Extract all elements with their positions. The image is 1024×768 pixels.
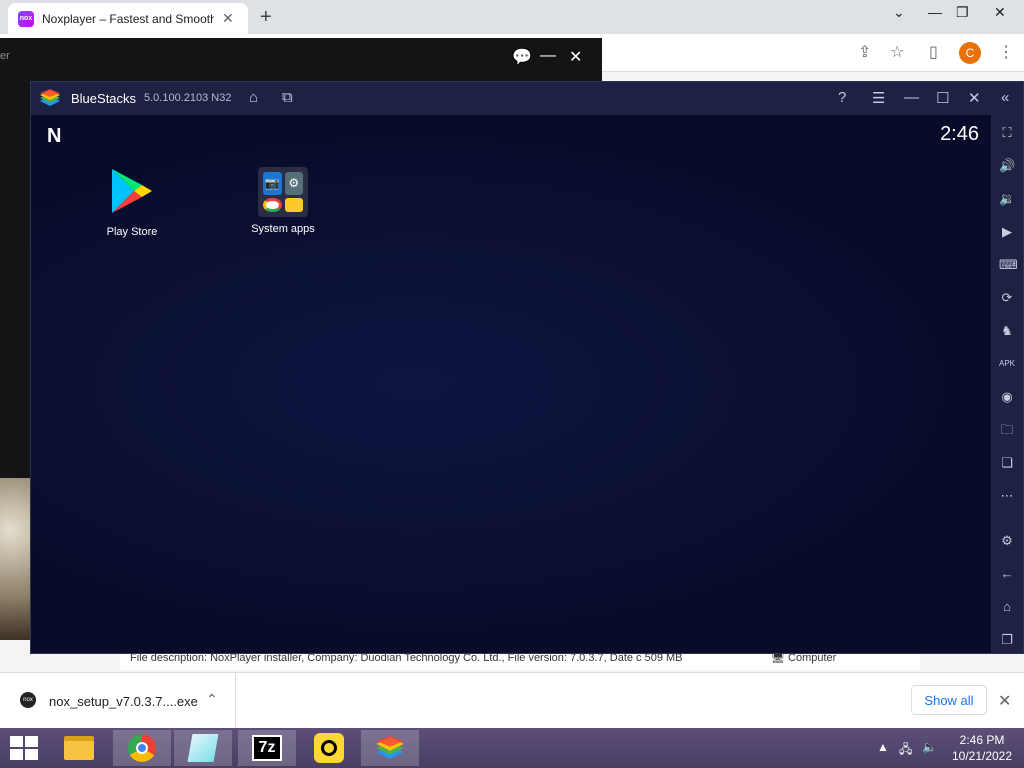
bluestacks-sidebar: ⛶ 🔊 🔉 ▶ ⌨ ⟳ ♞ APK ◉ 🗀 ❏ ⋯ ⚙ ← ⌂ ❐: [991, 115, 1023, 653]
nox-close-icon[interactable]: ✕: [569, 47, 582, 67]
menu-icon[interactable]: ☰: [872, 89, 885, 107]
macro-icon[interactable]: ⟳: [999, 290, 1015, 306]
screenshot-icon[interactable]: ◉: [999, 389, 1015, 405]
background-photo: [0, 470, 32, 640]
play-store-app[interactable]: Play Store: [82, 167, 182, 238]
download-filename: nox_setup_v7.0.3.7....exe: [49, 694, 198, 709]
android-clock: 2:46: [940, 123, 979, 145]
system-apps-icon: 📷 ⚙: [258, 167, 308, 217]
show-hidden-icons-icon[interactable]: ▲: [877, 740, 889, 754]
android-n-logo: N: [47, 125, 62, 147]
files-icon: [284, 197, 303, 212]
play-store-icon: [112, 169, 152, 213]
chrome-icon: [263, 197, 282, 212]
restore-icon[interactable]: ❐: [956, 4, 969, 21]
nox-favicon-icon: nox: [18, 10, 34, 27]
app-label: Play Store: [106, 226, 158, 238]
more-icon[interactable]: ⋯: [999, 488, 1015, 504]
bluestacks-titlebar: BlueStacks 5.0.100.2103 N32 ⌂ ⧉ ? ☰ — ☐ …: [31, 82, 1023, 115]
close-window-icon[interactable]: ✕: [994, 4, 1006, 21]
show-all-button[interactable]: Show all: [911, 685, 987, 715]
windows-start-icon[interactable]: [10, 736, 38, 760]
apk-install-icon[interactable]: APK: [999, 356, 1015, 372]
tab-title: Noxplayer – Fastest and Smooth: [42, 11, 214, 26]
bookmark-star-icon[interactable]: ☆: [890, 42, 904, 62]
nox-window-text: er: [0, 50, 10, 62]
network-icon[interactable]: 🖧: [899, 740, 912, 761]
fullscreen-icon[interactable]: ⛶: [999, 125, 1015, 141]
taskbar-clock[interactable]: 2:46 PM 10/21/2022: [950, 732, 1014, 764]
share-icon[interactable]: ⇪: [858, 42, 871, 62]
chevron-up-icon[interactable]: ⌃: [206, 691, 218, 708]
download-bar-close-icon[interactable]: ✕: [998, 691, 1011, 711]
new-tab-button[interactable]: +: [260, 6, 272, 29]
profile-avatar[interactable]: C: [959, 42, 981, 64]
game-controls-icon[interactable]: ♞: [999, 323, 1015, 339]
minimize-icon[interactable]: —: [928, 4, 942, 20]
chat-icon[interactable]: 💬: [512, 47, 532, 67]
camera-icon: 📷: [263, 172, 282, 195]
nox-file-icon: nox: [20, 692, 36, 708]
app-label: System apps: [251, 223, 315, 235]
notepad-icon[interactable]: [174, 730, 232, 766]
home-icon[interactable]: ⌂: [249, 89, 258, 106]
chevron-down-icon[interactable]: ⌄: [893, 4, 905, 21]
recent-apps-icon[interactable]: ❐: [999, 632, 1015, 648]
collapse-sidebar-icon[interactable]: «: [1001, 89, 1009, 106]
sidebar-settings-icon[interactable]: ⚙: [999, 533, 1015, 549]
help-icon[interactable]: ?: [838, 89, 846, 106]
bluestacks-title: BlueStacks: [71, 91, 137, 106]
tab-close-icon[interactable]: ✕: [222, 10, 234, 27]
back-icon[interactable]: ←: [999, 566, 1015, 582]
bs-close-icon[interactable]: ✕: [968, 89, 981, 107]
download-item[interactable]: nox nox_setup_v7.0.3.7....exe ⌃: [0, 673, 236, 729]
multi-instance-sync-icon[interactable]: ❏: [999, 455, 1015, 471]
keyboard-icon[interactable]: ⌨: [999, 257, 1018, 273]
settings-icon: ⚙: [284, 172, 303, 195]
bluestacks-version: 5.0.100.2103 N32: [144, 92, 232, 104]
bluestacks-taskbar-icon[interactable]: [361, 730, 419, 766]
speaker-icon[interactable]: 🔈: [922, 740, 937, 754]
bs-maximize-icon[interactable]: ☐: [936, 89, 949, 107]
bluestacks-window: BlueStacks 5.0.100.2103 N32 ⌂ ⧉ ? ☰ — ☐ …: [30, 81, 1024, 654]
nox-minimize-icon[interactable]: —: [540, 47, 556, 65]
taskbar-date: 10/21/2022: [951, 749, 1013, 763]
taskbar-time: 2:46 PM: [959, 733, 1005, 747]
volume-down-icon[interactable]: 🔉: [999, 191, 1015, 207]
pinned-app-icon[interactable]: [300, 730, 358, 766]
android-home-icon[interactable]: ⌂: [999, 599, 1015, 615]
media-manager-icon[interactable]: ▶: [999, 224, 1015, 240]
multi-instance-icon[interactable]: ⧉: [282, 89, 293, 106]
browser-tab[interactable]: nox Noxplayer – Fastest and Smooth ✕: [8, 3, 248, 34]
system-apps-folder[interactable]: 📷 ⚙ System apps: [233, 167, 333, 235]
7zip-icon[interactable]: 7z: [238, 730, 296, 766]
download-bar: nox nox_setup_v7.0.3.7....exe ⌃ Show all…: [0, 672, 1024, 729]
windows-taskbar: 7z ▲ 🖧 🔈 2:46 PM 10/21/2022: [0, 728, 1024, 768]
bluestacks-logo-icon: [40, 89, 60, 106]
chrome-taskbar-icon[interactable]: [113, 730, 171, 766]
more-menu-icon[interactable]: ⋮: [998, 42, 1014, 62]
folder-icon[interactable]: 🗀: [999, 422, 1015, 438]
android-home-screen: N 2:46 Play Store 📷 ⚙ System apps: [31, 115, 991, 653]
volume-up-icon[interactable]: 🔊: [999, 158, 1015, 174]
side-panel-icon[interactable]: ▯: [929, 42, 938, 62]
file-explorer-icon[interactable]: [50, 730, 108, 766]
bs-minimize-icon[interactable]: —: [904, 89, 919, 106]
